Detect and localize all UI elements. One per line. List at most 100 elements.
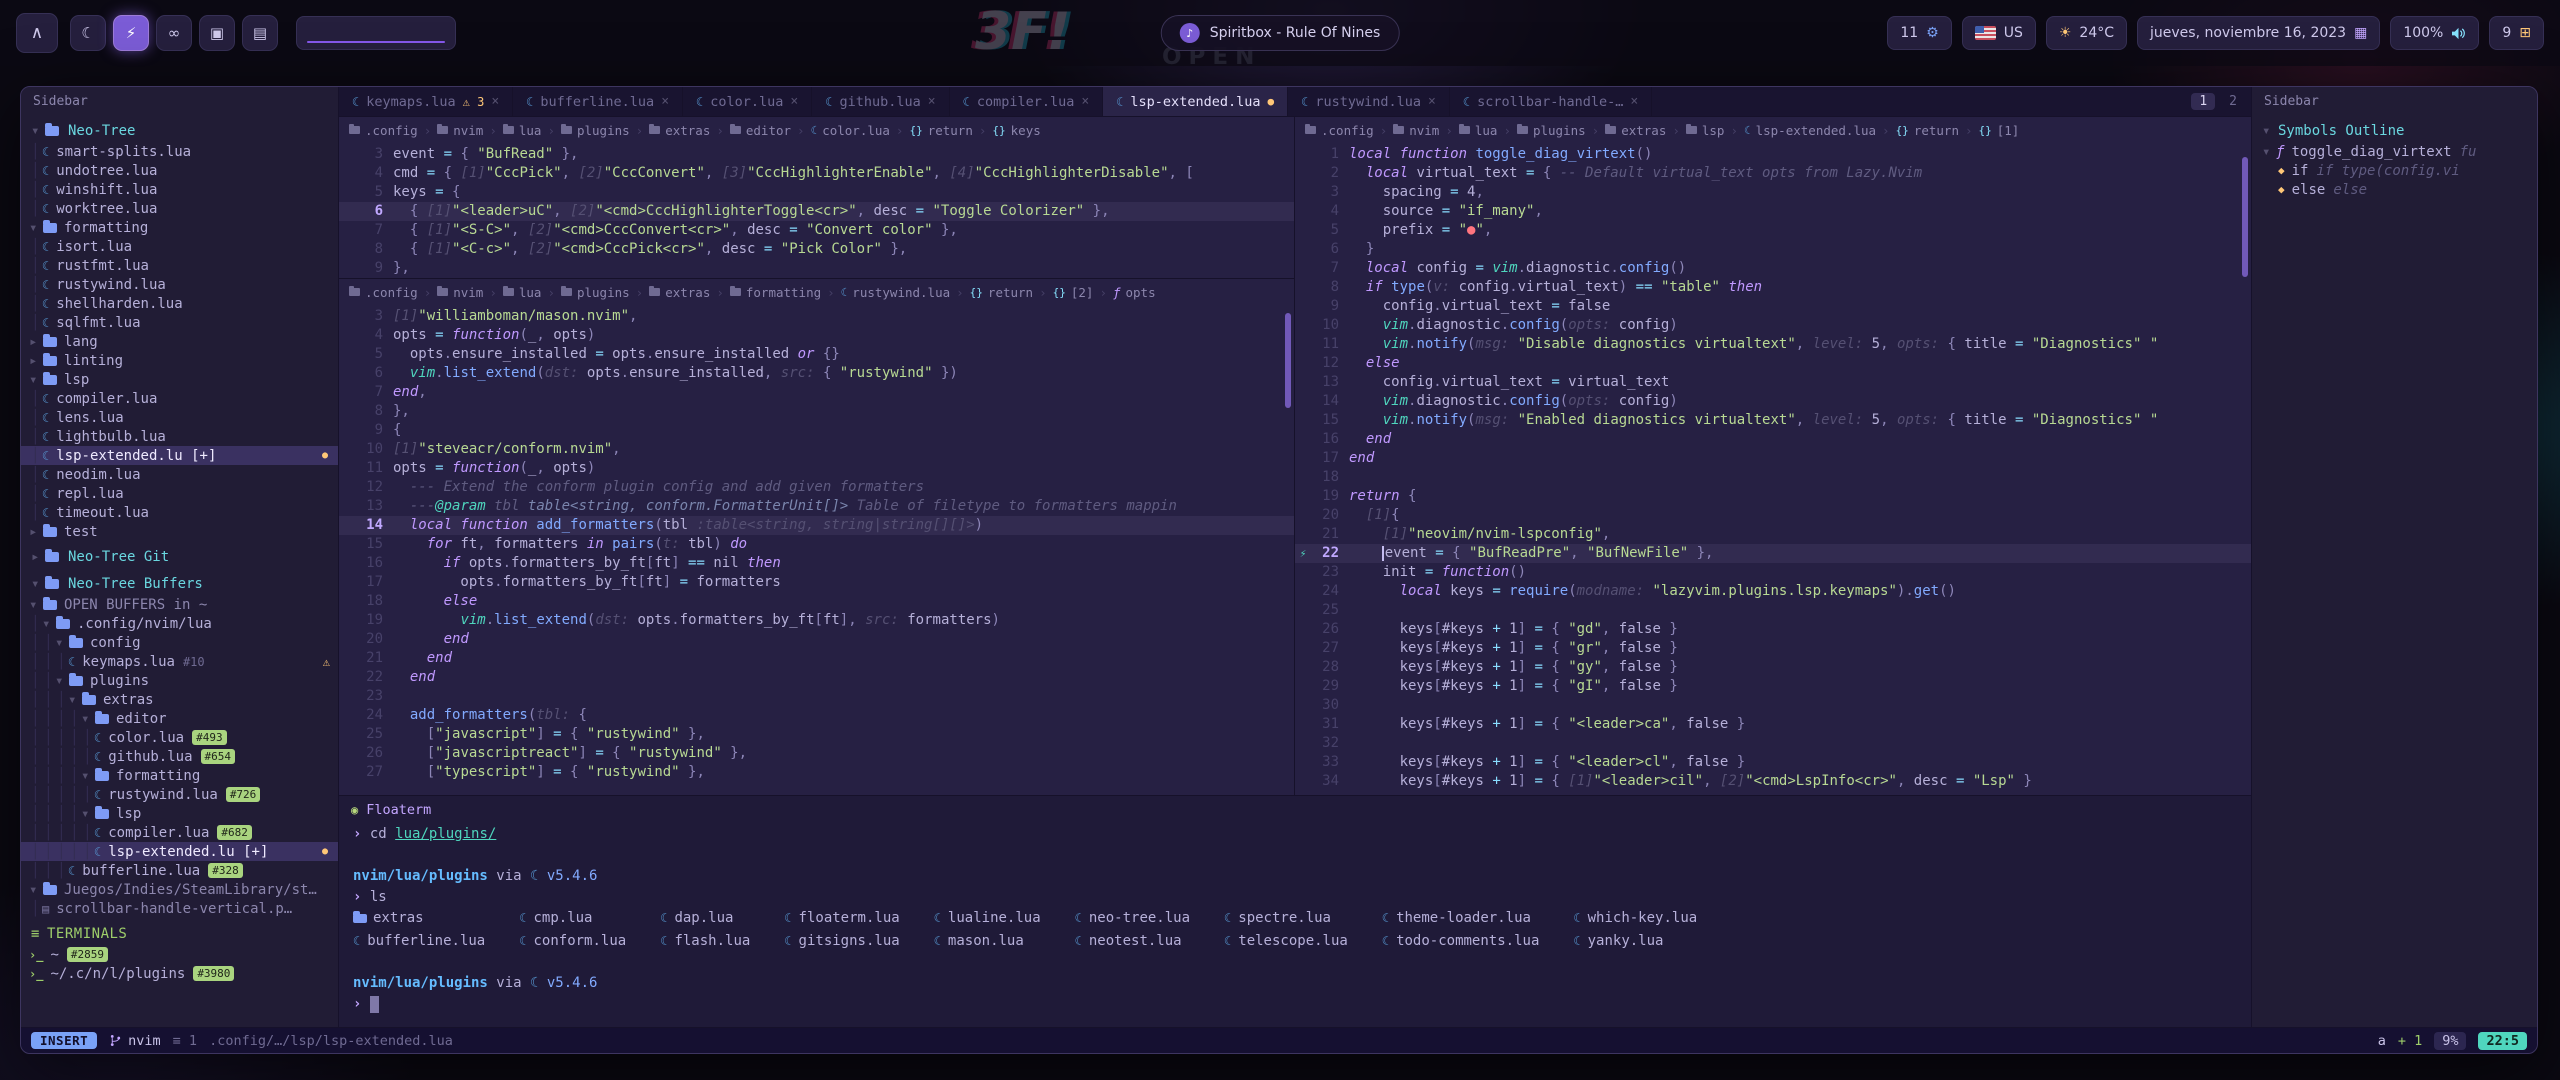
folder-icon [43, 223, 57, 233]
tree-item[interactable]: │☾winshift.lua [21, 180, 338, 199]
link-button[interactable]: ∞ [156, 15, 192, 51]
editor-pane-lsp-extended[interactable]: .config›nvim›lua›plugins›extras›lsp›☾lsp… [1295, 117, 2251, 795]
tree-item[interactable]: │☾worktree.lua [21, 199, 338, 218]
temperature-module[interactable]: ☀ 24°C [2046, 16, 2127, 50]
apps-module[interactable]: 9 ⊞ [2489, 16, 2544, 50]
keyboard-layout-module[interactable]: US [1962, 16, 2036, 50]
launcher-button[interactable]: ∧ [16, 13, 58, 53]
tree-item[interactable]: ││││▾formatting [21, 766, 338, 785]
code-buffer[interactable]: 3event = { "BufRead" },4cmd = { [1]"CccP… [339, 143, 1294, 278]
tabpage-1[interactable]: 1 [2191, 93, 2215, 110]
tree-item[interactable]: │▤scrollbar-handle-vertical.p… [21, 899, 338, 918]
tabpage-2[interactable]: 2 [2221, 93, 2245, 110]
outline-item[interactable]: ◆elseelse [2252, 180, 2537, 199]
flash-button[interactable]: ⚡ [113, 15, 149, 51]
tree-item[interactable]: ▾OPEN BUFFERS in ~ [21, 595, 338, 614]
tree-item[interactable]: │☾shellharden.lua [21, 294, 338, 313]
copy-button[interactable]: ▣ [199, 15, 235, 51]
close-icon[interactable]: × [1630, 94, 1638, 109]
floaterm-body[interactable]: › cd lua/plugins/ nvim/lua/plugins via ☾… [339, 824, 2251, 1015]
tree-item[interactable]: │││││☾github.lua#654 [21, 747, 338, 766]
tab-keymaps.lua[interactable]: ☾keymaps.lua⚠ 3× [339, 87, 513, 116]
tree-item[interactable]: │☾lsp-extended.lu [+]● [21, 446, 338, 465]
close-icon[interactable]: × [1081, 94, 1089, 109]
symbols-outline-header[interactable]: ▾ Symbols Outline [2252, 120, 2537, 142]
tree-item[interactable]: │☾undotree.lua [21, 161, 338, 180]
tree-item[interactable]: │▾.config/nvim/lua [21, 614, 338, 633]
terminals-section-header[interactable]: ≡ TERMINALS [21, 923, 338, 945]
tree-item[interactable]: │││▾extras [21, 690, 338, 709]
tab-github.lua[interactable]: ☾github.lua× [812, 87, 949, 116]
tab-lsp-extended.lua[interactable]: ☾lsp-extended.lua● [1103, 87, 1288, 116]
tree-item[interactable]: │││││☾lsp-extended.lu [+]● [21, 842, 338, 861]
line-number: 4 [355, 164, 393, 183]
neotree-git-section-header[interactable]: ▸ Neo-Tree Git [21, 546, 338, 568]
code-line: 1local function toggle_diag_virtext() [1295, 145, 2251, 164]
tree-item[interactable]: │││││☾color.lua#493 [21, 728, 338, 747]
notification-pill[interactable]: ♪ Spiritbox - Rule Of Nines [1161, 15, 1400, 51]
topbar-modules: 11 ⚙ US ☀ 24°C jueves, noviembre 16, 202… [1887, 16, 2544, 50]
tab-color.lua[interactable]: ☾color.lua× [683, 87, 812, 116]
tree-item[interactable]: │☾smart-splits.lua [21, 142, 338, 161]
gutter-sign [339, 440, 355, 459]
status-dot-icon: ● [322, 846, 328, 857]
tab-scrollbar-handle-…[interactable]: ☾scrollbar-handle-…× [1450, 87, 1652, 116]
tree-item[interactable]: │││││☾compiler.lua#682 [21, 823, 338, 842]
close-icon[interactable]: × [790, 94, 798, 109]
tree-item[interactable]: │☾neodim.lua [21, 465, 338, 484]
window-count-module[interactable]: 11 ⚙ [1887, 16, 1951, 50]
tree-item[interactable]: │☾lightbulb.lua [21, 427, 338, 446]
tree-item[interactable]: │││☾bufferline.lua#328 [21, 861, 338, 880]
floaterm-pane[interactable]: ◉ Floaterm › cd lua/plugins/ nvim/lua/pl… [339, 795, 2251, 1027]
tree-item[interactable]: │☾repl.lua [21, 484, 338, 503]
warning-badge: ⚠ 3 [463, 95, 485, 109]
tree-item[interactable]: ▾formatting [21, 218, 338, 237]
editor-pane-rustywind[interactable]: .config›nvim›lua›plugins›extras›formatti… [339, 279, 1294, 795]
tab-compiler.lua[interactable]: ☾compiler.lua× [950, 87, 1104, 116]
scrollbar-handle[interactable] [1285, 313, 1291, 408]
tree-item[interactable]: ▸test [21, 522, 338, 541]
tree-item[interactable]: ││││▾editor [21, 709, 338, 728]
code-line: 20 [1]{ [1295, 506, 2251, 525]
close-icon[interactable]: × [661, 94, 669, 109]
tree-item[interactable]: │☾compiler.lua [21, 389, 338, 408]
doc-button[interactable]: ▤ [242, 15, 278, 51]
code-buffer[interactable]: 3[1]"williamboman/mason.nvim",4opts = fu… [339, 305, 1294, 782]
moon-button[interactable]: ☾ [70, 15, 106, 51]
tree-item[interactable]: ▸lang [21, 332, 338, 351]
tree-item[interactable]: ›_~/.c/n/l/plugins#3980 [21, 964, 338, 983]
outline-item[interactable]: ▾ƒtoggle_diag_virtextfu [2252, 142, 2537, 161]
git-branch[interactable]: nvim [109, 1033, 161, 1049]
tree-item[interactable]: ││││▾lsp [21, 804, 338, 823]
tree-item[interactable]: │☾lens.lua [21, 408, 338, 427]
tree-item[interactable]: │☾rustywind.lua [21, 275, 338, 294]
tree-item[interactable]: ▾lsp [21, 370, 338, 389]
date-module[interactable]: jueves, noviembre 16, 2023 ▦ [2137, 16, 2380, 50]
breadcrumb-segment: lsp [1702, 123, 1725, 138]
search-pill[interactable] [296, 16, 456, 50]
neotree-section-header[interactable]: ▾ Neo-Tree [21, 120, 338, 142]
scrollbar-handle[interactable] [2242, 157, 2248, 277]
close-icon[interactable]: × [1428, 94, 1436, 109]
tree-item[interactable]: ▸linting [21, 351, 338, 370]
tree-item[interactable]: ││▾plugins [21, 671, 338, 690]
tree-item[interactable]: ›_~#2859 [21, 945, 338, 964]
neotree-buffers-section-header[interactable]: ▾ Neo-Tree Buffers [21, 573, 338, 595]
tree-item[interactable]: │☾isort.lua [21, 237, 338, 256]
tree-item[interactable]: │││││☾rustywind.lua#726 [21, 785, 338, 804]
tree-item[interactable]: │☾timeout.lua [21, 503, 338, 522]
tree-item[interactable]: ▾Juegos/Indies/SteamLibrary/st… [21, 880, 338, 899]
close-icon[interactable]: × [928, 94, 936, 109]
outline-item[interactable]: ◆ifif type(config.vi [2252, 161, 2537, 180]
tab-rustywind.lua[interactable]: ☾rustywind.lua× [1288, 87, 1450, 116]
tree-item[interactable]: ││▾config [21, 633, 338, 652]
tree-item[interactable]: │││☾keymaps.lua#10⚠ [21, 652, 338, 671]
close-icon[interactable]: × [491, 94, 499, 109]
editor-pane-color[interactable]: .config›nvim›lua›plugins›extras›editor›☾… [339, 117, 1294, 279]
volume-module[interactable]: 100% [2390, 16, 2479, 50]
code-buffer[interactable]: 1local function toggle_diag_virtext()2 l… [1295, 143, 2251, 791]
tab-bufferline.lua[interactable]: ☾bufferline.lua× [513, 87, 683, 116]
folder-icon [95, 714, 109, 724]
tree-item[interactable]: │☾rustfmt.lua [21, 256, 338, 275]
tree-item[interactable]: │☾sqlfmt.lua [21, 313, 338, 332]
